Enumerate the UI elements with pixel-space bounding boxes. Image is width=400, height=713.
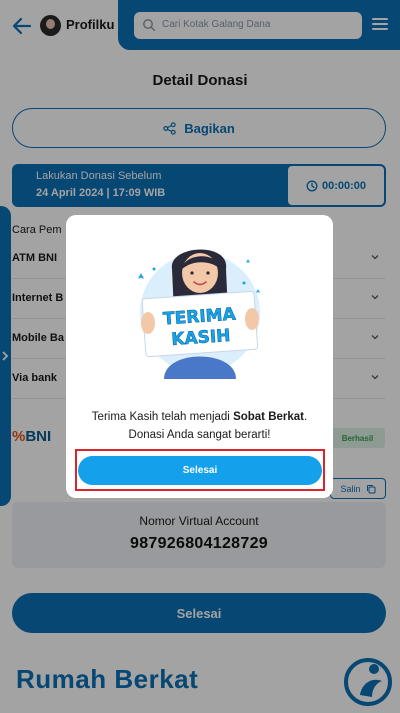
modal-finish-button[interactable]: Selesai xyxy=(78,456,322,485)
thank-you-message: Terima Kasih telah menjadi Sobat Berkat.… xyxy=(91,411,308,441)
thank-you-illustration: TERIMA KASIH xyxy=(138,249,260,379)
sign-line-2: KASIH xyxy=(171,326,231,350)
